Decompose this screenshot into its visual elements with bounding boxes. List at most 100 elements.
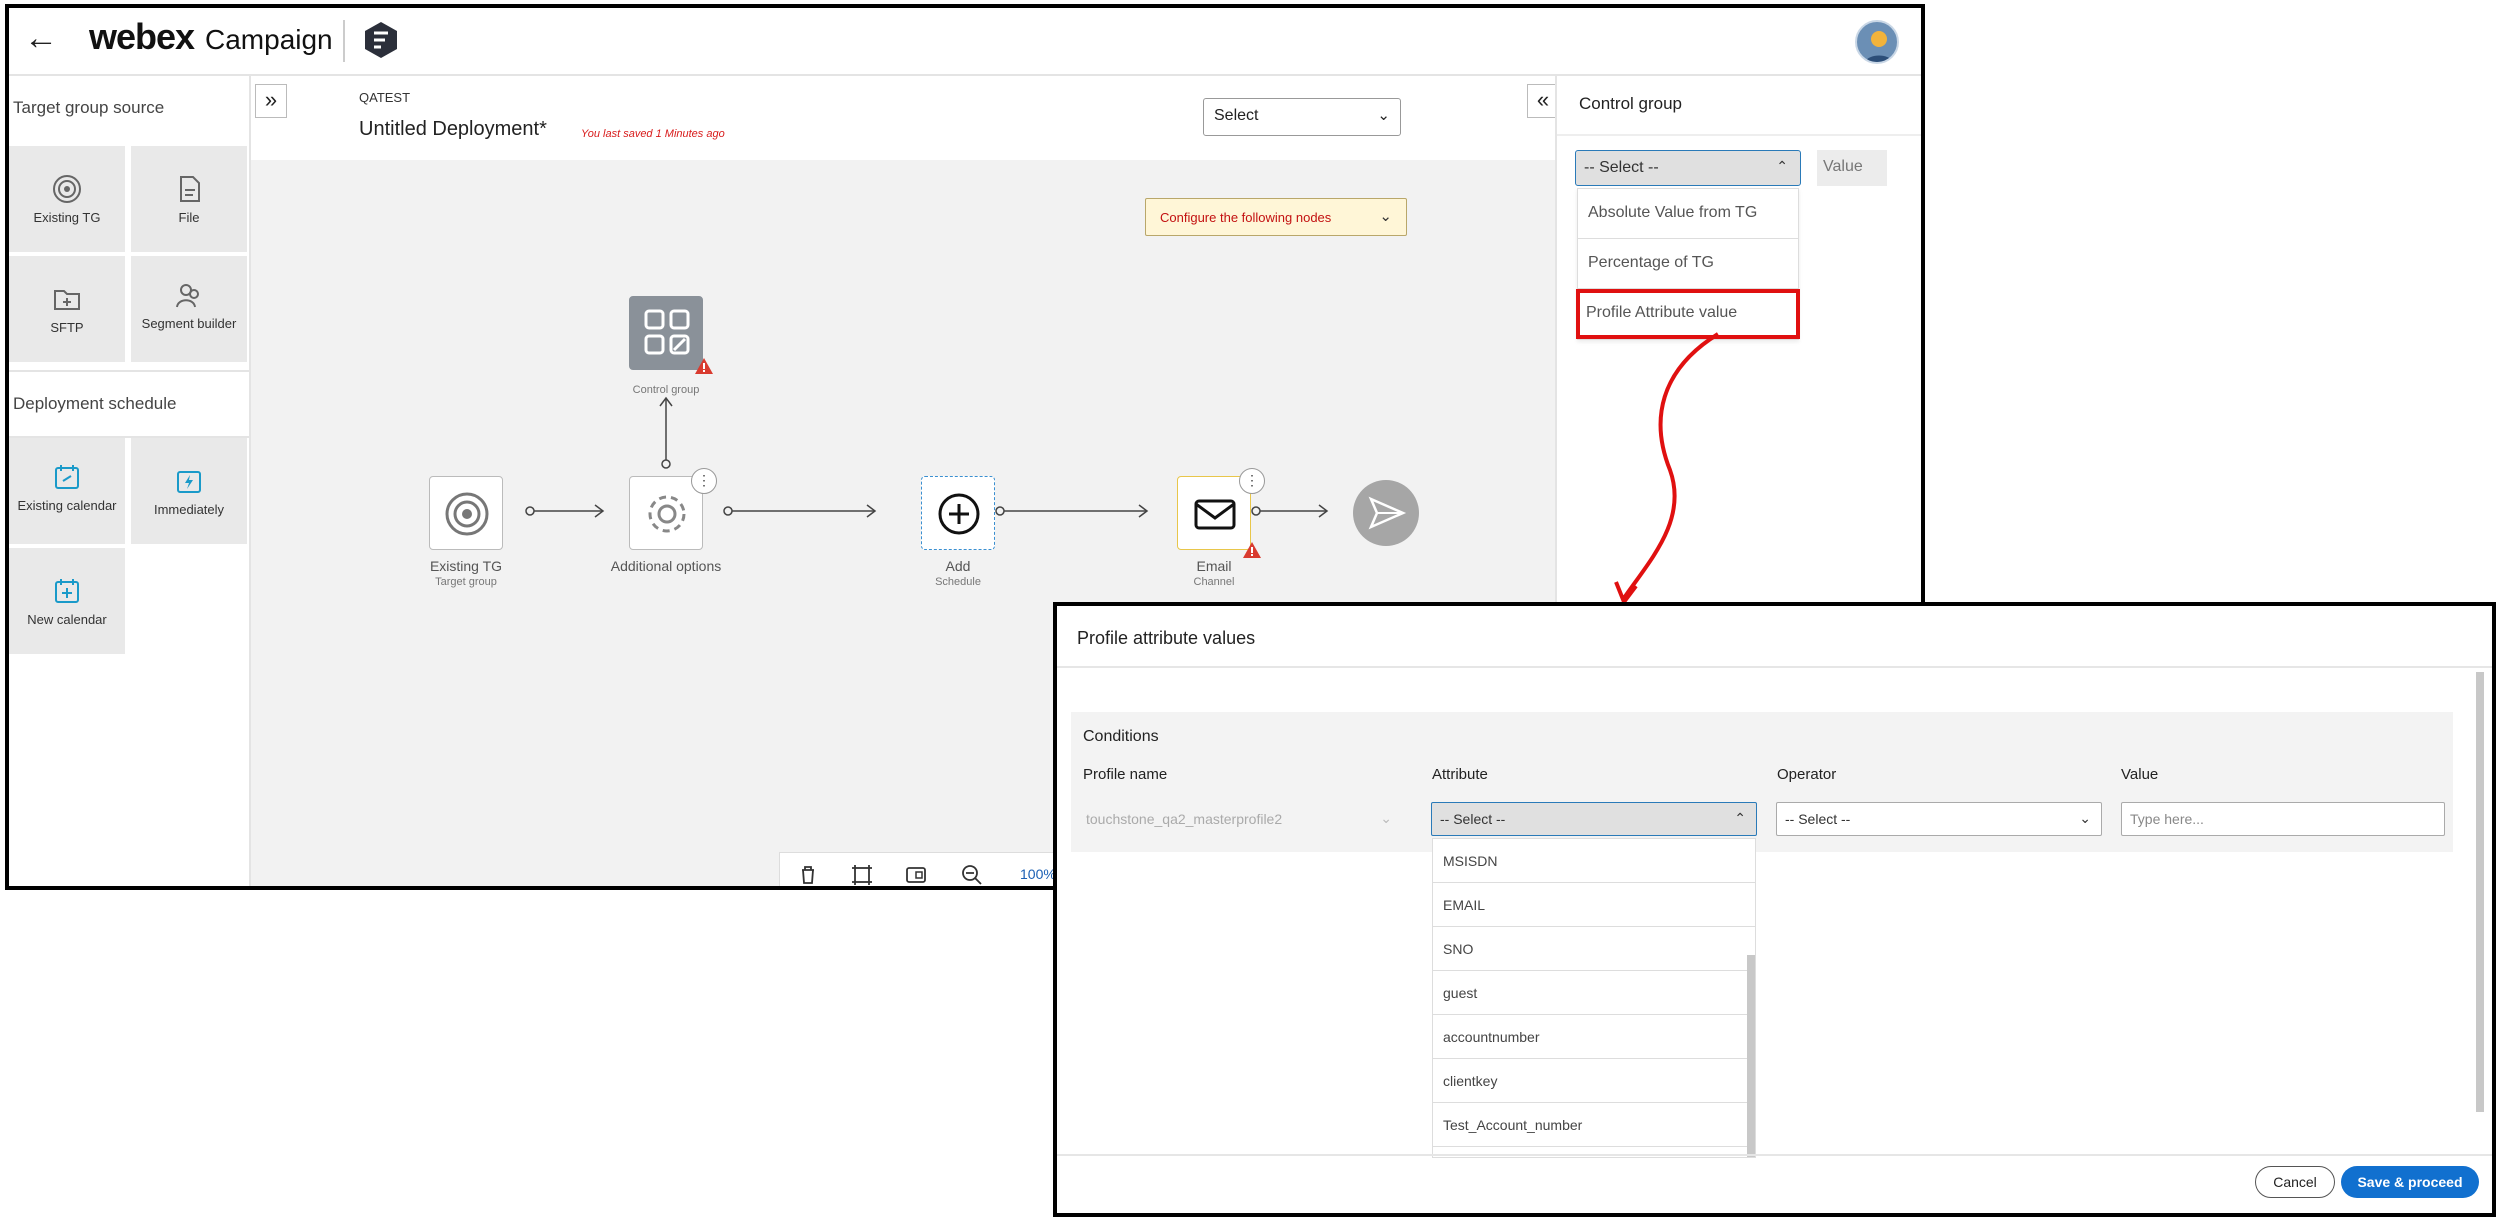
fit-screen-icon[interactable] [850,863,874,887]
lightning-icon [177,471,201,493]
tile-label: Segment builder [141,316,237,331]
column-operator: Operator [1777,766,1837,783]
node-label: Add Schedule [888,558,1028,590]
product-name: Campaign [205,24,333,55]
tile-label: File [178,210,200,225]
node-label: Email Channel [1144,558,1284,590]
panel-title: Control group [1579,94,1683,113]
attribute-option[interactable]: EMAIL [1433,883,1755,927]
node-subtitle: Schedule [935,576,981,588]
node-label: Control group [632,384,700,396]
node-subtitle: Target group [435,576,497,588]
modal-title: Profile attribute values [1077,628,1256,648]
tile-new-calendar[interactable]: New calendar [9,548,125,654]
annotation-arrow [1614,332,1720,607]
chevron-down-icon: ⌄ [1380,810,1392,826]
modal-scrollbar[interactable] [2476,672,2484,1112]
column-value: Value [2121,766,2159,783]
canvas-toolbar: 100% [779,852,1079,887]
zoom-out-icon[interactable] [960,863,984,887]
folder-icon [54,290,80,310]
conditions-section: Conditions Profile name Attribute Operat… [1071,712,2453,852]
send-icon[interactable] [1351,478,1421,548]
column-attribute: Attribute [1432,766,1488,783]
operator-select[interactable]: -- Select -- ⌄ [1776,802,2102,836]
brand-divider [343,20,345,62]
attribute-option[interactable]: clientkey [1433,1059,1755,1103]
file-icon [180,176,200,202]
attribute-option[interactable]: MSISDN [1433,839,1755,883]
save-proceed-button[interactable]: Save & proceed [2341,1166,2479,1198]
target-icon [445,492,489,536]
value-field[interactable]: Value [1817,150,1887,186]
node-existing-tg[interactable] [429,476,503,550]
attribute-option[interactable]: guest [1433,971,1755,1015]
node-menu-icon[interactable]: ⋮ [691,468,717,494]
tile-existing-tg[interactable]: Existing TG [9,146,125,252]
tile-label: Immediately [153,502,225,517]
tile-file[interactable]: File [131,146,247,252]
node-label: Additional options [610,558,722,574]
trash-icon[interactable] [796,863,820,887]
tile-segment-builder[interactable]: Segment builder [131,256,247,362]
divider [1557,134,1921,136]
grid-icon [644,309,690,355]
warning-icon [695,358,713,374]
node-subtitle: Channel [1193,576,1235,588]
select-value: touchstone_qa2_masterprofile2 [1086,811,1283,827]
calendar-link-icon [55,465,79,489]
attribute-option[interactable]: accountnumber [1433,1015,1755,1059]
node-title: Existing TG [429,558,503,574]
profile-name-select: touchstone_qa2_masterprofile2 ⌄ [1077,802,1403,836]
top-bar: ← webex Campaign [9,8,1921,76]
warning-icon [1243,542,1261,558]
attribute-select[interactable]: -- Select -- ⌃ [1431,802,1757,836]
modal-footer-divider [1057,1154,2492,1156]
brand-logo-text: webex [89,16,195,57]
cancel-button[interactable]: Cancel [2255,1166,2335,1198]
minimap-icon[interactable] [904,863,928,887]
conditions-label: Conditions [1083,728,1159,745]
avatar[interactable] [1855,20,1899,64]
control-group-options: Absolute Value from TG Percentage of TG … [1576,188,1800,340]
target-icon [53,175,81,203]
node-add-schedule[interactable] [921,476,995,550]
select-value: -- Select -- [1440,811,1506,827]
zoom-level: 100% [1020,866,1056,882]
tile-label: Existing TG [33,210,101,225]
select-value: -- Select -- [1785,811,1851,827]
divider [1057,666,2492,668]
control-group-select[interactable]: -- Select -- ⌃ [1575,150,1801,186]
target-group-heading: Target group source [13,98,165,117]
select-value: -- Select -- [1584,159,1659,176]
avatar-icon [1864,31,1894,62]
node-menu-icon[interactable]: ⋮ [1239,468,1265,494]
back-arrow-icon[interactable]: ← [21,18,61,58]
attribute-option[interactable]: SNO [1433,927,1755,971]
chevron-up-icon: ⌃ [1776,158,1788,174]
attribute-options-list: MSISDN EMAIL SNO guest accountnumber cli… [1432,838,1756,1158]
plus-circle-icon [938,493,980,535]
attribute-option[interactable]: Test_Account_number [1433,1103,1755,1147]
column-profile-name: Profile name [1083,766,1168,783]
option-absolute-value[interactable]: Absolute Value from TG [1578,189,1798,239]
deployment-schedule-heading: Deployment schedule [13,394,177,413]
left-sidebar: Target group source Existing TG File SFT… [9,76,251,886]
tile-existing-calendar[interactable]: Existing calendar [9,438,125,544]
tile-sftp[interactable]: SFTP [9,256,125,362]
node-title: Add [945,558,971,574]
users-icon [176,284,199,308]
tile-label: Existing calendar [17,498,117,513]
divider [9,370,251,372]
chevron-up-icon: ⌃ [1734,810,1746,826]
value-input[interactable]: Type here... [2121,802,2445,836]
node-control-group[interactable] [629,296,703,370]
tile-label: SFTP [50,320,84,335]
tile-label: New calendar [27,612,107,627]
chevron-down-icon: ⌄ [2079,810,2091,826]
list-scrollbar[interactable] [1747,955,1755,1157]
tile-immediately[interactable]: Immediately [131,438,247,544]
calendar-plus-icon [55,579,79,603]
node-label: Existing TG Target group [396,558,536,590]
option-percentage[interactable]: Percentage of TG [1578,239,1798,289]
